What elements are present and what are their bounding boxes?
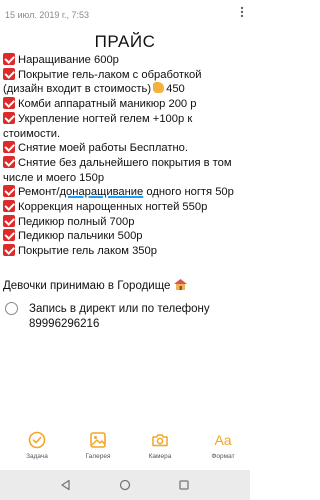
check-mark-icon [3, 97, 15, 110]
system-navigation-bar [0, 470, 250, 500]
flexed-biceps-icon [153, 82, 165, 94]
price-line: Коррекция нарощенных ногтей 550р [3, 200, 250, 215]
price-line: Комби аппаратный маникюр 200 р [3, 97, 250, 112]
check-mark-icon [3, 229, 15, 242]
price-line: Наращивание 600р [3, 53, 250, 68]
gallery-icon [90, 432, 106, 448]
price-line: Укрепление ногтей гелем +100р к [3, 111, 250, 127]
format-button[interactable]: Aa Формат [198, 430, 248, 460]
back-icon[interactable] [60, 479, 72, 491]
price-line: стоимости. [3, 127, 61, 140]
check-mark-icon [3, 53, 15, 65]
price-line: Покрытие гель-лаком с обработкой [3, 67, 250, 83]
price-line: Ремонт/донаращивание одного ногтя 50р [3, 185, 250, 200]
note-title: ПРАЙС [94, 32, 156, 51]
recent-apps-icon[interactable] [178, 479, 190, 491]
note-body[interactable]: Наращивание 600р Покрытие гель-лаком с о… [3, 53, 250, 259]
check-mark-icon [3, 200, 15, 213]
price-line: Педикюр пальчики 500р [3, 229, 250, 244]
camera-icon [152, 434, 168, 447]
task-button[interactable]: Задача [12, 430, 62, 460]
bottom-toolbar: Задача Галерея Камера Aa Формат [0, 430, 250, 470]
timestamp: 15 июл. 2019 г., 7:53 [5, 10, 90, 20]
home-icon[interactable] [119, 479, 131, 491]
greeting-text: Девочки принимаю в Городище [3, 279, 187, 292]
spellcheck-underlined-word: донаращивание [59, 186, 144, 199]
check-mark-icon [3, 141, 15, 154]
checklist-checkbox[interactable] [5, 302, 18, 315]
format-icon: Aa [214, 432, 232, 448]
price-line: числе и моего 150р [3, 171, 105, 184]
more-options-icon[interactable] [237, 5, 247, 19]
check-mark-icon [3, 214, 15, 227]
task-check-icon [28, 431, 46, 449]
check-mark-icon [3, 155, 15, 168]
camera-button[interactable]: Камера [135, 430, 185, 460]
price-line: Педикюр полный 700р [3, 214, 250, 230]
checklist-item[interactable]: Запись в директ или по телефону 89996296… [29, 302, 210, 332]
price-line: (дизайн входит в стоимость) 450 [3, 82, 185, 96]
gallery-button[interactable]: Галерея [73, 430, 123, 460]
price-line: Снятие моей работы Бесплатно. [3, 141, 250, 156]
price-line: Покрытие гель лаком 350р [3, 244, 250, 259]
check-mark-icon [3, 111, 15, 124]
check-mark-icon [3, 67, 15, 80]
price-line: Снятие без дальнейшего покрытия в том [3, 155, 250, 171]
check-mark-icon [3, 244, 15, 257]
house-icon [173, 279, 187, 290]
check-mark-icon [3, 185, 15, 198]
